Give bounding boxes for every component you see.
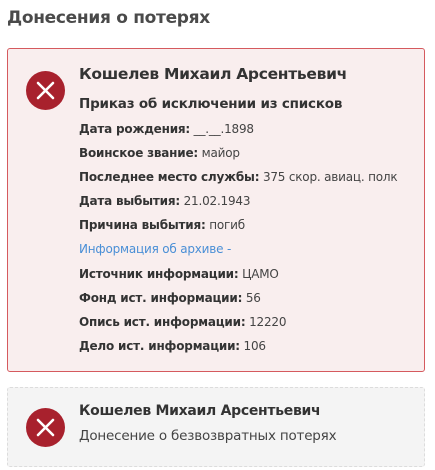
field-label: Источник информации: (79, 266, 239, 281)
field-last-service-place: Последнее место службы: 375 скор. авиац.… (79, 167, 398, 191)
archive-info-link[interactable]: Информация об архиве - (79, 242, 231, 256)
field-label: Дело ист. информации: (79, 338, 240, 353)
loss-report-card-expanded[interactable]: Кошелев Михаил Арсентьевич Приказ об иск… (7, 48, 425, 372)
field-value: майор (201, 146, 240, 161)
field-birth-date: Дата рождения: __.__.1898 (79, 119, 397, 143)
field-value: 21.02.1943 (183, 194, 251, 209)
field-departure-date: Дата выбытия: 21.02.1943 (79, 191, 397, 215)
person-name: Кошелев Михаил Арсентьевич (79, 403, 321, 419)
field-label: Причина выбытия: (79, 218, 206, 233)
field-case: Дело ист. информации: 106 (79, 336, 397, 360)
field-info-source: Источник информации: ЦАМО (79, 264, 397, 288)
field-label: Дата рождения: (79, 122, 191, 136)
record-fields: Дата рождения: __.__.1898 Воинское звани… (79, 119, 398, 360)
field-label: Опись ист. информации: (79, 314, 246, 329)
field-departure-reason: Причина выбытия: погиб (79, 215, 397, 239)
close-x-icon (26, 408, 65, 447)
field-value: погиб (209, 218, 245, 233)
loss-report-card-collapsed[interactable]: Кошелев Михаил Арсентьевич Донесение о б… (7, 387, 425, 467)
field-label: Воинское звание: (79, 146, 199, 161)
document-type: Приказ об исключении из списков (79, 96, 343, 112)
field-value: 106 (243, 338, 267, 353)
field-label: Фонд ист. информации: (79, 290, 243, 305)
field-value: __.__.1898 (193, 122, 254, 136)
section-title: Донесения о потерях (7, 8, 210, 28)
field-fund: Фонд ист. информации: 56 (79, 288, 397, 312)
field-label: Дата выбытия: (79, 194, 180, 209)
field-military-rank: Воинское звание: майор (79, 143, 397, 167)
close-x-icon (26, 71, 65, 110)
field-value: 12220 (249, 314, 287, 329)
field-value: ЦАМО (242, 266, 279, 281)
field-inventory: Опись ист. информации: 12220 (79, 312, 397, 336)
field-value: 56 (245, 290, 261, 305)
document-type: Донесение о безвозвратных потерях (79, 428, 337, 444)
field-value: 375 скор. авиац. полк (262, 170, 398, 185)
archive-info-row: Информация об архиве - (79, 239, 397, 263)
person-name: Кошелев Михаил Арсентьевич (79, 65, 348, 83)
field-label: Последнее место службы: (79, 170, 260, 185)
